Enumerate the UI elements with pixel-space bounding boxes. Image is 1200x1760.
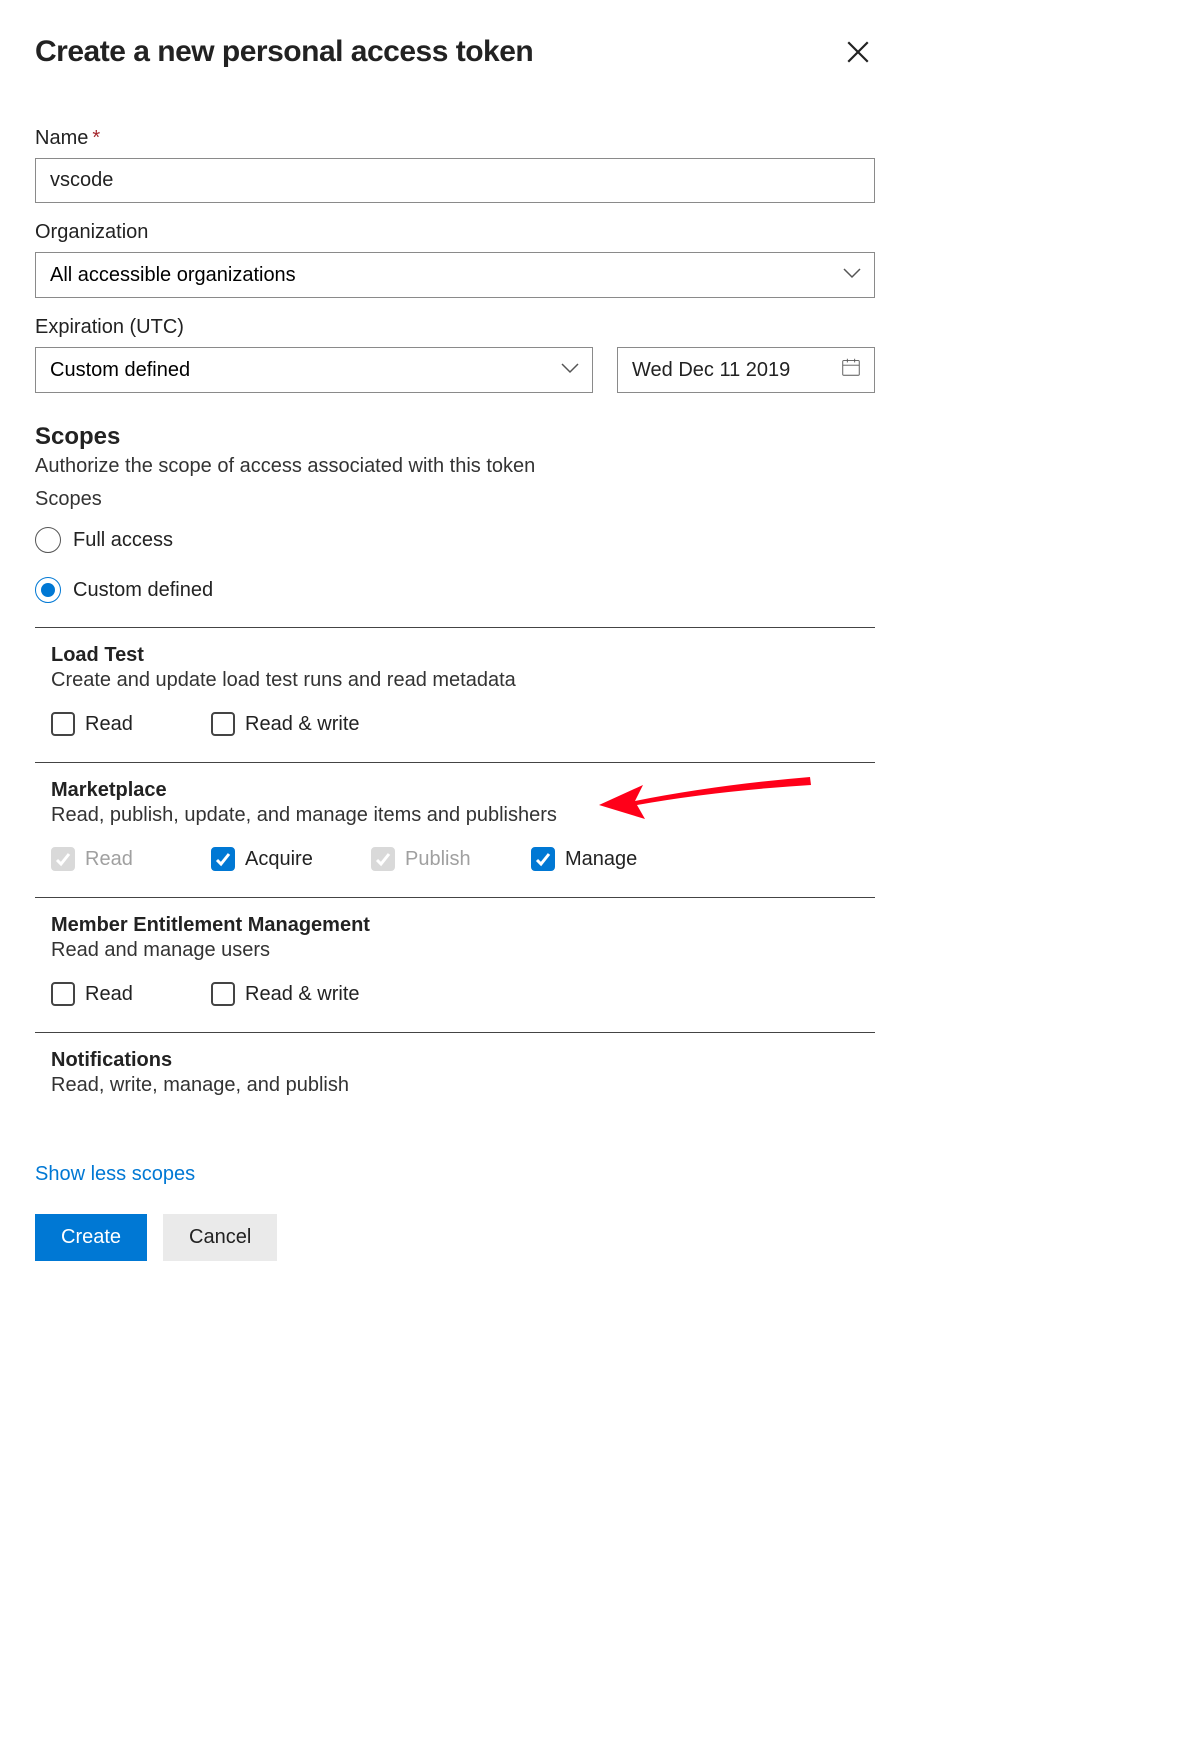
scope-desc: Read and manage users <box>51 939 875 962</box>
scope-group-notifications: Notifications Read, write, manage, and p… <box>35 1033 875 1143</box>
close-button[interactable] <box>841 35 875 72</box>
checkbox-load-test-readwrite[interactable]: Read & write <box>211 712 360 736</box>
checkbox-icon <box>211 712 235 736</box>
checkbox-member-entitlement-readwrite[interactable]: Read & write <box>211 982 360 1006</box>
name-input[interactable] <box>35 158 875 203</box>
organization-select[interactable]: All accessible organizations <box>35 252 875 298</box>
radio-custom-defined[interactable]: Custom defined <box>35 577 875 603</box>
checkbox-icon <box>371 847 395 871</box>
organization-label: Organization <box>35 221 875 244</box>
expiration-date-value: Wed Dec 11 2019 <box>632 359 790 382</box>
scope-title: Notifications <box>51 1049 875 1072</box>
radio-full-access-label: Full access <box>73 529 173 552</box>
checkbox-marketplace-manage[interactable]: Manage <box>531 847 651 871</box>
checkbox-load-test-read[interactable]: Read <box>51 712 171 736</box>
required-asterisk: * <box>92 127 100 149</box>
radio-full-access[interactable]: Full access <box>35 527 875 553</box>
scopes-heading: Scopes <box>35 423 875 451</box>
checkbox-icon <box>531 847 555 871</box>
scope-desc: Read, write, manage, and publish <box>51 1074 875 1097</box>
scope-group-marketplace: Marketplace Read, publish, update, and m… <box>35 763 875 898</box>
scope-group-member-entitlement: Member Entitlement Management Read and m… <box>35 898 875 1033</box>
radio-icon <box>35 577 61 603</box>
dialog-title: Create a new personal access token <box>35 35 533 69</box>
checkbox-marketplace-acquire[interactable]: Acquire <box>211 847 331 871</box>
create-button[interactable]: Create <box>35 1214 147 1261</box>
checkbox-member-entitlement-read[interactable]: Read <box>51 982 171 1006</box>
scope-title: Member Entitlement Management <box>51 914 875 937</box>
scope-title: Marketplace <box>51 779 875 802</box>
scopes-radio-label: Scopes <box>35 488 875 511</box>
expiration-preset-value: Custom defined <box>50 359 190 382</box>
toggle-scopes-button[interactable]: Show less scopes <box>35 1163 195 1186</box>
checkbox-icon <box>51 847 75 871</box>
close-icon <box>845 53 871 68</box>
cancel-button[interactable]: Cancel <box>163 1214 277 1261</box>
scope-desc: Create and update load test runs and rea… <box>51 669 875 692</box>
scopes-radio-group: Full access Custom defined <box>35 527 875 603</box>
expiration-date-input[interactable]: Wed Dec 11 2019 <box>617 347 875 393</box>
expiration-preset-select[interactable]: Custom defined <box>35 347 593 393</box>
checkbox-icon <box>51 982 75 1006</box>
checkbox-marketplace-publish[interactable]: Publish <box>371 847 491 871</box>
scope-title: Load Test <box>51 644 875 667</box>
scope-desc: Read, publish, update, and manage items … <box>51 804 875 827</box>
calendar-icon <box>840 356 862 384</box>
checkbox-icon <box>211 847 235 871</box>
name-label: Name* <box>35 127 875 150</box>
checkbox-icon <box>51 712 75 736</box>
scope-group-load-test: Load Test Create and update load test ru… <box>35 628 875 763</box>
checkbox-icon <box>211 982 235 1006</box>
scope-list: Load Test Create and update load test ru… <box>35 627 875 1143</box>
checkbox-marketplace-read[interactable]: Read <box>51 847 171 871</box>
expiration-label: Expiration (UTC) <box>35 316 875 339</box>
scopes-subheading: Authorize the scope of access associated… <box>35 455 875 478</box>
organization-value: All accessible organizations <box>50 264 296 287</box>
radio-icon <box>35 527 61 553</box>
radio-custom-defined-label: Custom defined <box>73 579 213 602</box>
